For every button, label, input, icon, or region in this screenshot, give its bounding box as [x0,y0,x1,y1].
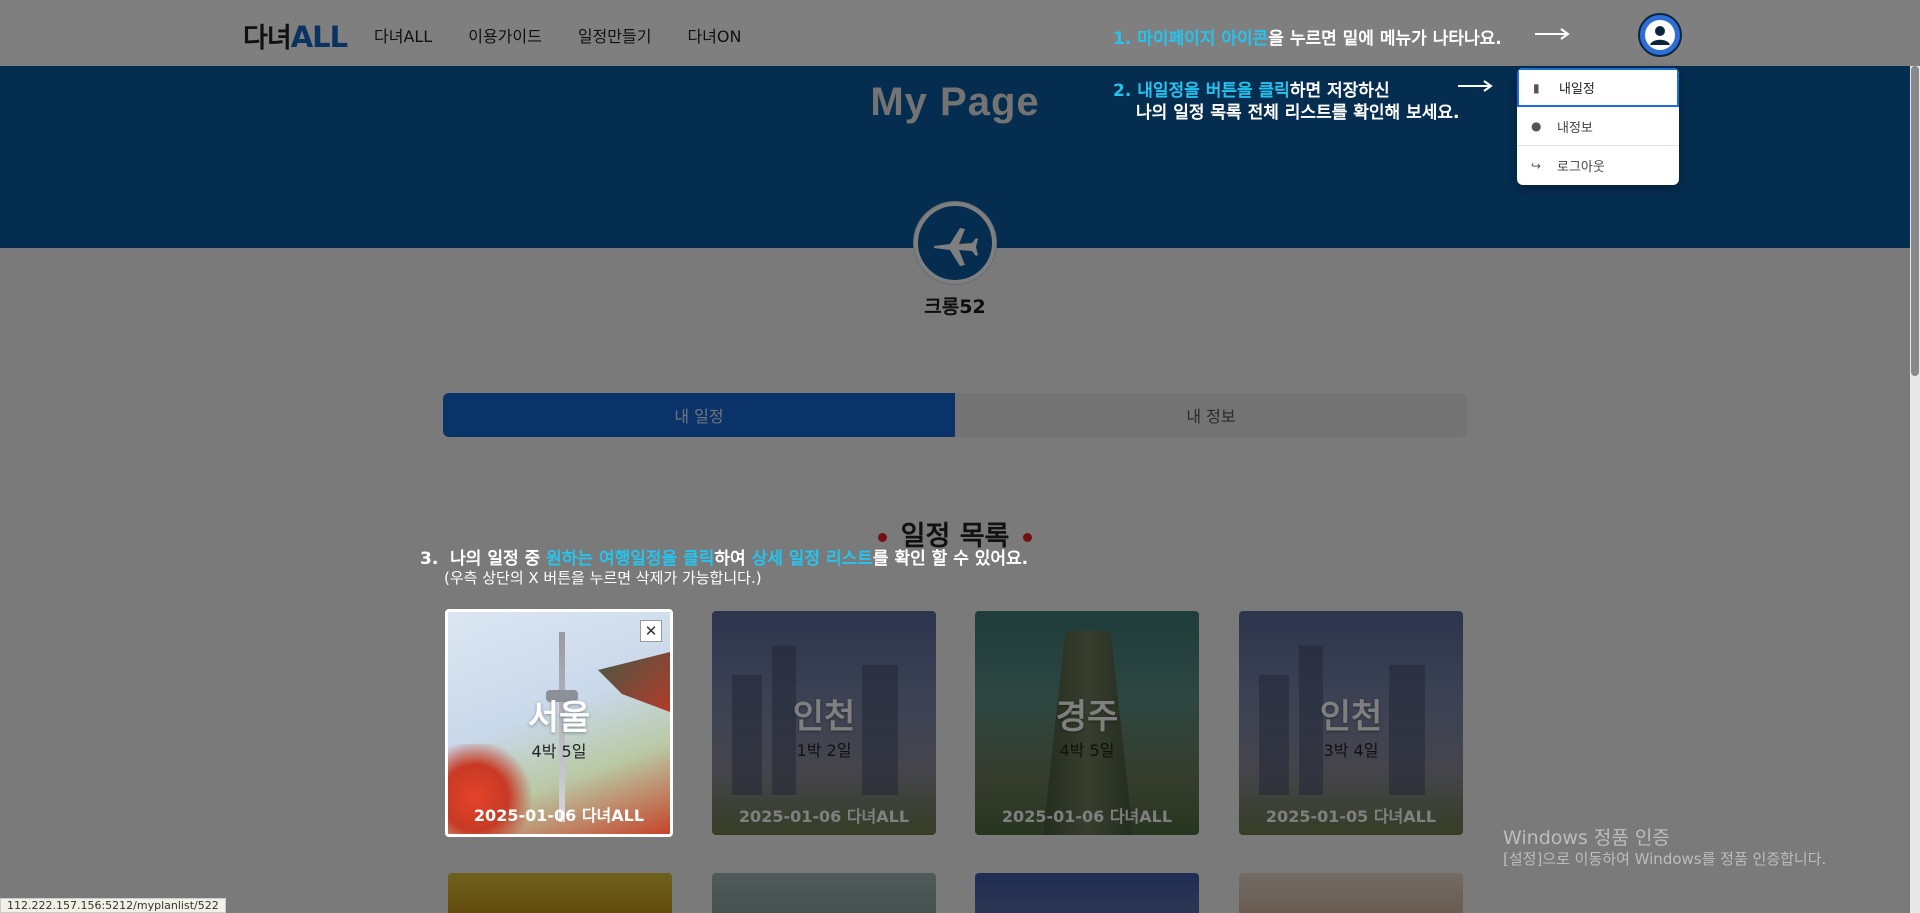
windows-activation-title: Windows 정품 인증 [1503,827,1670,849]
card-footer: 2025-01-05 다녀ALL [1265,807,1437,826]
plan-card-row2-3[interactable] [975,873,1199,913]
tutorial-step-3-line2: (우측 상단의 X 버튼을 누르면 삭제가 가능합니다.) [444,569,762,587]
tab-my-schedule[interactable]: 내 일정 [443,393,955,437]
nav-item-guide[interactable]: 이용가이드 [468,23,542,47]
top-navbar: 다녀ALL 다녀ALL 이용가이드 일정만들기 다녀ON [0,0,1920,66]
airplane-icon [934,228,978,266]
plan-card-seoul[interactable]: 서울 4박 5일 2025-01-06 다녀ALL ✕ [445,609,673,837]
card-footer: 2025-01-06 다녀ALL [1001,807,1173,826]
card-duration: 4박 5일 [531,742,587,761]
card-duration: 4박 5일 [1059,741,1115,760]
windows-activation-sub: [설정]으로 이동하여 Windows를 정품 인증합니다. [1503,850,1827,868]
tutorial-step-3: 3. 나의 일정 중 원하는 여행일정을 클릭하여 상세 일정 리스트를 확인 … [420,549,1029,569]
card-city: 인천 [1319,697,1383,737]
tab-my-info[interactable]: 내 정보 [955,393,1467,437]
bag-icon: ▮ [1533,80,1540,95]
delete-plan-close-icon[interactable]: ✕ [640,620,662,642]
plan-card-row2-1[interactable] [448,873,672,913]
plan-card-row2-4[interactable] [1239,873,1463,913]
card-city: 경주 [1055,697,1119,737]
plan-card-gyeongju[interactable]: 경주 4박 5일 2025-01-06 다녀ALL [975,611,1199,835]
nav-item-make-plan[interactable]: 일정만들기 [578,23,652,47]
card-city: 서울 [527,698,591,738]
mypage-dropdown-menu: ▮ 내일정 ● 내정보 ↪ 로그아웃 [1517,68,1679,185]
user-circle-icon [1645,20,1675,50]
tutorial-step-1: 1. 마이페이지 아이콘을 누르면 밑에 메뉴가 나타나요. [1113,29,1502,49]
card-duration: 1박 2일 [796,741,852,760]
logout-icon: ↪ [1531,158,1542,173]
main-nav: 다녀ALL 이용가이드 일정만들기 다녀ON [374,23,777,47]
card-duration: 3박 4일 [1323,741,1379,760]
profile-username: 크롱52 [924,296,986,318]
arrow-right-icon [1458,80,1493,92]
person-icon: ● [1531,119,1542,133]
plan-card-incheon-1[interactable]: 인천 1박 2일 2025-01-06 다녀ALL [712,611,936,835]
arrow-right-icon [1535,28,1570,40]
tutorial-step-2-line2: 나의 일정 목록 전체 리스트를 확인해 보세요. [1136,103,1460,123]
site-logo[interactable]: 다녀ALL [243,16,348,55]
menu-item-my-info[interactable]: ● 내정보 [1517,107,1679,146]
nav-item-daneoall[interactable]: 다녀ALL [374,23,432,47]
bullet-dot-left [877,533,887,542]
plan-card-incheon-2[interactable]: 인천 3박 4일 2025-01-05 다녀ALL [1239,611,1463,835]
mypage-tabs: 내 일정 내 정보 [443,393,1467,437]
status-bar-url: 112.222.157.156:5212/myplanlist/522 [0,898,226,913]
card-footer: 2025-01-06 다녀ALL [473,806,645,825]
bullet-dot-right [1023,533,1033,542]
mypage-avatar-button[interactable] [1638,13,1682,57]
plan-card-row2-2[interactable] [712,873,936,913]
menu-item-logout[interactable]: ↪ 로그아웃 [1517,146,1679,185]
nav-item-daneoon[interactable]: 다녀ON [687,23,741,47]
profile-avatar [914,202,996,284]
scrollbar-thumb[interactable] [1911,66,1919,376]
page-scrollbar[interactable] [1910,66,1920,913]
card-city: 인천 [792,697,856,737]
card-footer: 2025-01-06 다녀ALL [738,807,910,826]
menu-item-my-schedule[interactable]: ▮ 내일정 [1517,68,1679,107]
